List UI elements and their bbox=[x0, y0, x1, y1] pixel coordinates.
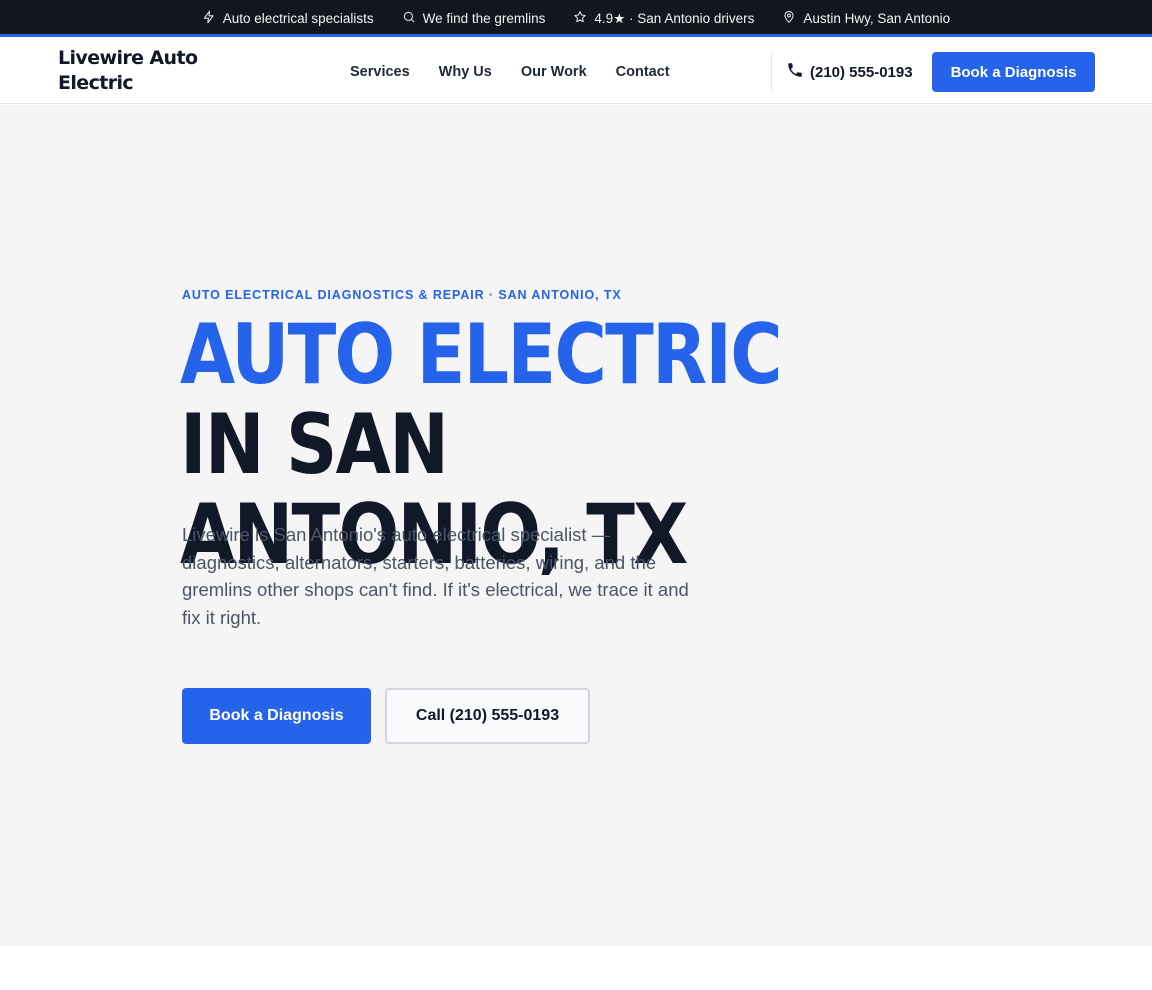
main-nav: Services Why Us Our Work Contact bbox=[350, 40, 670, 104]
nav-link-our-work[interactable]: Our Work bbox=[521, 64, 587, 80]
header-divider bbox=[771, 52, 772, 92]
phone-icon bbox=[786, 61, 804, 83]
topbar-item-label: We find the gremlins bbox=[422, 11, 546, 26]
hero-section: AUTO ELECTRICAL DIAGNOSTICS & REPAIR · S… bbox=[0, 105, 1152, 946]
hero-book-diagnosis-button[interactable]: Book a Diagnosis bbox=[182, 688, 371, 744]
header-phone-number: (210) 555-0193 bbox=[810, 63, 913, 81]
topbar-item-location: Austin Hwy, San Antonio bbox=[782, 10, 950, 27]
hero-headline-accent: AUTO ELECTRIC bbox=[180, 306, 783, 403]
topbar-item-specialists: Auto electrical specialists bbox=[202, 10, 374, 27]
map-pin-icon bbox=[782, 10, 796, 27]
nav-link-services[interactable]: Services bbox=[350, 64, 410, 80]
topbar-item-label: Austin Hwy, San Antonio bbox=[803, 11, 951, 26]
topbar-item-label: Auto electrical specialists bbox=[222, 11, 374, 26]
site-header: Livewire Auto Electric Services Why Us O… bbox=[0, 40, 1152, 104]
topbar-item-gremlins: We find the gremlins bbox=[402, 10, 546, 27]
bolt-icon bbox=[202, 10, 216, 27]
site-logo[interactable]: Livewire Auto Electric bbox=[58, 46, 208, 96]
hero-eyebrow: AUTO ELECTRICAL DIAGNOSTICS & REPAIR · S… bbox=[182, 288, 622, 302]
topbar-item-rating: 4.9★ · San Antonio drivers bbox=[573, 10, 754, 27]
star-icon bbox=[573, 10, 587, 27]
search-icon bbox=[402, 10, 416, 27]
header-phone-link[interactable]: (210) 555-0193 bbox=[786, 40, 913, 104]
hero-call-button[interactable]: Call (210) 555-0193 bbox=[385, 688, 590, 744]
nav-link-contact[interactable]: Contact bbox=[616, 64, 670, 80]
nav-link-why-us[interactable]: Why Us bbox=[439, 64, 492, 80]
hero-description: Livewire is San Antonio's auto electrica… bbox=[182, 524, 689, 628]
topbar-item-label: 4.9★ · San Antonio drivers bbox=[594, 10, 755, 26]
top-info-bar: Auto electrical specialists We find the … bbox=[0, 0, 1152, 37]
header-book-diagnosis-button[interactable]: Book a Diagnosis bbox=[932, 52, 1095, 92]
